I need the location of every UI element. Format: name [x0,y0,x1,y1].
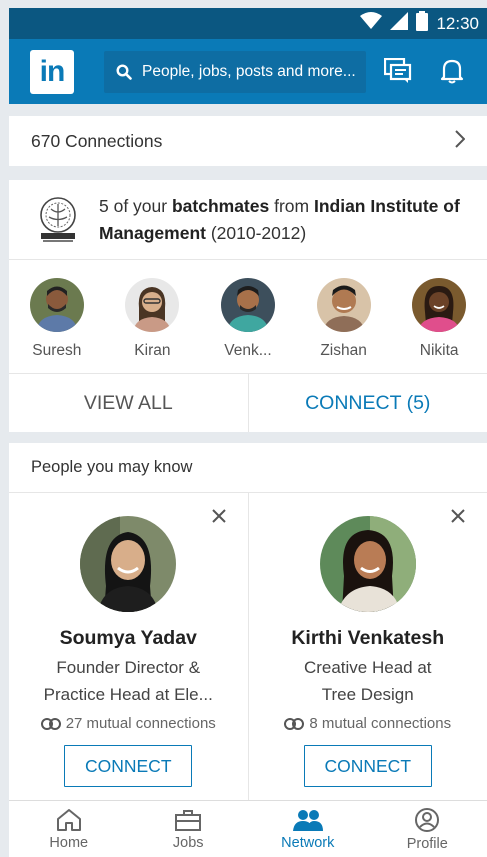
messages-icon[interactable] [383,57,412,89]
avatar [316,278,371,332]
pymk-title: People you may know [9,443,487,493]
notifications-icon[interactable] [440,58,464,89]
battery-icon [416,11,429,36]
search-placeholder: People, jobs, posts and more... [142,62,356,80]
people-icon [292,809,323,831]
avatar [125,278,180,332]
status-bar: 12:30 [9,8,487,39]
pymk-card[interactable]: Kirthi Venkatesh Creative Head at Tree D… [247,493,487,806]
connect-all-button[interactable]: CONNECT (5) [249,374,487,432]
batchmates-header[interactable]: 5 of your batchmates from Indian Institu… [9,180,487,260]
nav-label: Home [49,834,89,851]
batchmate-zishan[interactable]: Zishan [299,278,389,360]
headline-line1: Creative Head at [303,658,432,677]
headline-line1: Founder Director & [56,658,201,677]
batchmates-text: 5 of your batchmates from Indian Institu… [99,193,487,247]
mutual-connections: 27 mutual connections [40,715,216,732]
headline-line2: Tree Design [321,685,414,704]
profile-icon [415,807,440,832]
batchmate-name: Suresh [32,342,82,359]
person-headline: Founder Director & Practice Head at Ele.… [44,654,213,708]
connect-button[interactable]: CONNECT [64,745,193,787]
avatar [412,278,467,332]
nav-label: Network [281,834,335,851]
home-icon [56,808,81,831]
people-you-may-know: People you may know Soumya Yadav Founder… [9,443,487,806]
connect-button[interactable]: CONNECT [303,745,432,787]
batch-text-mid: from [269,195,314,216]
person-name[interactable]: Soumya Yadav [60,627,197,650]
mutual-count: 8 mutual connections [309,715,452,732]
nav-label: Jobs [172,834,204,851]
avatar[interactable] [319,516,416,612]
mutual-connections-icon [40,717,61,730]
connections-row[interactable]: 670 Connections [9,116,487,166]
nav-profile[interactable]: Profile [368,801,487,857]
batchmate-name: Nikita [419,342,459,359]
status-time: 12:30 [436,13,479,33]
nav-label: Profile [406,835,448,852]
avatar [220,278,275,332]
batchmate-name: Kiran [134,342,171,359]
nav-jobs[interactable]: Jobs [129,801,249,857]
batchmate-venk[interactable]: Venk... [203,278,293,360]
batchmate-kiran[interactable]: Kiran [107,278,197,360]
iim-seal-icon [40,196,76,242]
person-name[interactable]: Kirthi Venkatesh [291,627,444,650]
mutual-connections: 8 mutual connections [284,715,451,732]
batchmate-name: Venk... [224,342,272,359]
batch-text-bold1: batchmates [171,195,270,216]
batchmates-actions: VIEW ALL CONNECT (5) [9,374,487,432]
view-all-button[interactable]: VIEW ALL [9,374,249,432]
pymk-card[interactable]: Soumya Yadav Founder Director & Practice… [9,493,248,806]
pymk-cards: Soumya Yadav Founder Director & Practice… [9,493,487,806]
search-icon [116,63,132,80]
mutual-connections-icon [284,717,305,730]
avatar [29,278,84,332]
linkedin-logo[interactable]: in [30,49,74,94]
connections-count: 670 Connections [31,130,163,151]
close-icon[interactable] [451,503,465,529]
search-input[interactable]: People, jobs, posts and more... [104,50,366,93]
person-headline: Creative Head at Tree Design [304,654,432,708]
headline-line2: Practice Head at Ele... [43,685,213,704]
avatar[interactable] [80,516,177,612]
nav-network[interactable]: Network [248,801,368,857]
batchmates-list: Suresh Kiran Venk... Zishan Nikita [9,260,487,374]
mutual-count: 27 mutual connections [65,715,216,732]
signal-icon [390,12,409,35]
batchmate-nikita[interactable]: Nikita [394,278,484,360]
batchmates-card: 5 of your batchmates from Indian Institu… [9,180,487,432]
batchmate-name: Zishan [320,342,367,359]
chevron-right-icon [455,130,466,154]
app-bar: in People, jobs, posts and more... [9,39,487,104]
bottom-nav: Home Jobs Network Profile [9,800,487,857]
batch-text-prefix: 5 of your [99,195,172,216]
batch-text-suffix: (2010-2012) [205,222,307,243]
nav-home[interactable]: Home [9,801,129,857]
close-icon[interactable] [211,503,226,529]
batchmate-suresh[interactable]: Suresh [12,278,102,360]
wifi-icon [360,12,383,35]
briefcase-icon [175,809,202,831]
